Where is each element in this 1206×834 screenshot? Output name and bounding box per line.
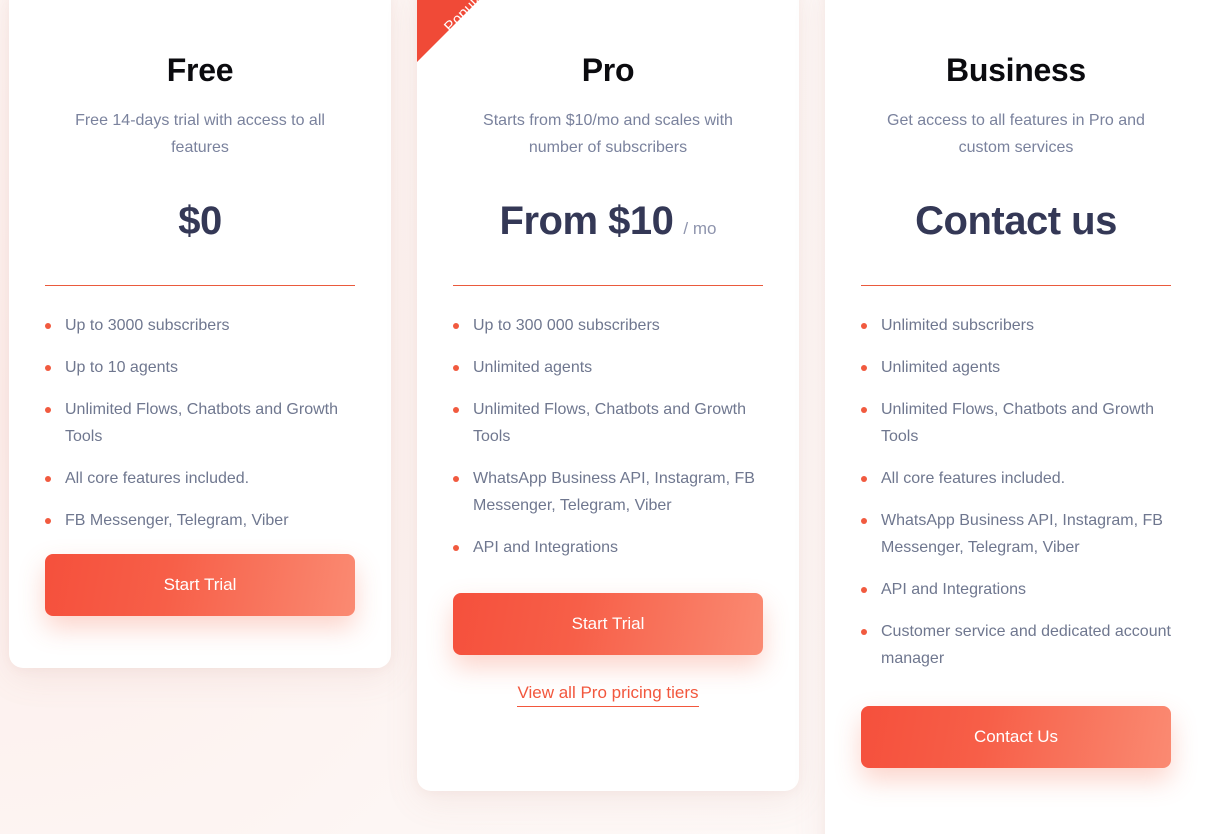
feature-item: Unlimited agents — [861, 354, 1171, 381]
divider-business — [861, 285, 1171, 286]
plan-price-pro: From $10 — [499, 199, 674, 243]
feature-item: Customer service and dedicated account m… — [861, 618, 1171, 672]
feature-item: API and Integrations — [453, 534, 763, 561]
contact-us-button-business[interactable]: Contact Us — [861, 706, 1171, 768]
feature-text: WhatsApp Business API, Instagram, FB Mes… — [881, 512, 1163, 556]
bullet-dot-icon — [453, 476, 459, 482]
pricing-card-business: Business Get access to all features in P… — [825, 0, 1206, 834]
feature-item: Unlimited agents — [453, 354, 763, 381]
feature-text: WhatsApp Business API, Instagram, FB Mes… — [473, 470, 755, 514]
plan-title-free: Free — [166, 52, 234, 88]
plan-title-business: Business — [946, 52, 1086, 88]
view-all-pro-pricing-tiers-link[interactable]: View all Pro pricing tiers — [517, 683, 699, 707]
feature-text: Up to 3000 subscribers — [65, 317, 230, 334]
plan-description-pro: Starts from $10/mo and scales with numbe… — [483, 112, 733, 156]
bullet-dot-icon — [453, 323, 459, 329]
plan-price-row-pro: From $10 / mo — [453, 199, 763, 245]
popular-ribbon — [417, 0, 499, 62]
plan-price-free: $0 — [178, 199, 222, 243]
bullet-dot-icon — [45, 518, 51, 524]
pro-tiers-link-row: View all Pro pricing tiers — [453, 683, 763, 707]
feature-text: FB Messenger, Telegram, Viber — [65, 512, 289, 529]
divider-pro — [453, 285, 763, 286]
bullet-dot-icon — [45, 407, 51, 413]
feature-text: All core features included. — [881, 470, 1066, 487]
pricing-plans-section: Free Free 14-days trial with access to a… — [0, 0, 1206, 834]
feature-text: API and Integrations — [473, 539, 618, 556]
bullet-dot-icon — [45, 365, 51, 371]
feature-list-free: Up to 3000 subscribers Up to 10 agents U… — [45, 312, 355, 534]
bullet-dot-icon — [861, 476, 867, 482]
feature-text: Unlimited Flows, Chatbots and Growth Too… — [881, 401, 1154, 445]
feature-text: Up to 300 000 subscribers — [473, 317, 660, 334]
feature-text: Unlimited subscribers — [881, 317, 1034, 334]
feature-list-business: Unlimited subscribers Unlimited agents U… — [861, 312, 1171, 672]
plan-price-suffix-pro: / mo — [683, 219, 717, 238]
feature-item: Unlimited Flows, Chatbots and Growth Too… — [453, 396, 763, 450]
feature-item: Up to 3000 subscribers — [45, 312, 355, 339]
feature-item: Unlimited subscribers — [861, 312, 1171, 339]
feature-item: Unlimited Flows, Chatbots and Growth Too… — [861, 396, 1171, 450]
bullet-dot-icon — [861, 629, 867, 635]
start-trial-button-pro[interactable]: Start Trial — [453, 593, 763, 655]
feature-item: All core features included. — [861, 465, 1171, 492]
plan-description-business: Get access to all features in Pro and cu… — [887, 112, 1145, 156]
bullet-dot-icon — [861, 323, 867, 329]
bullet-dot-icon — [861, 365, 867, 371]
feature-text: Customer service and dedicated account m… — [881, 623, 1171, 667]
bullet-dot-icon — [453, 545, 459, 551]
feature-item: Unlimited Flows, Chatbots and Growth Too… — [45, 396, 355, 450]
bullet-dot-icon — [45, 476, 51, 482]
plan-price-row-business: Contact us — [861, 199, 1171, 245]
divider-free — [45, 285, 355, 286]
pricing-card-free: Free Free 14-days trial with access to a… — [9, 0, 391, 668]
feature-text: All core features included. — [65, 470, 250, 487]
bullet-dot-icon — [453, 407, 459, 413]
bullet-dot-icon — [861, 407, 867, 413]
feature-text: API and Integrations — [881, 581, 1026, 598]
feature-item: WhatsApp Business API, Instagram, FB Mes… — [453, 465, 763, 519]
feature-item: FB Messenger, Telegram, Viber — [45, 507, 355, 534]
feature-item: WhatsApp Business API, Instagram, FB Mes… — [861, 507, 1171, 561]
bullet-dot-icon — [45, 323, 51, 329]
bullet-dot-icon — [861, 518, 867, 524]
bullet-dot-icon — [861, 587, 867, 593]
feature-text: Unlimited agents — [473, 359, 593, 376]
feature-item: All core features included. — [45, 465, 355, 492]
feature-item: API and Integrations — [861, 576, 1171, 603]
pricing-card-pro: Popular Pro Starts from $10/mo and scale… — [417, 0, 799, 791]
plan-description-free: Free 14-days trial with access to all fe… — [75, 112, 325, 156]
feature-text: Up to 10 agents — [65, 359, 178, 376]
plan-title-pro: Pro — [581, 52, 635, 88]
feature-item: Up to 10 agents — [45, 354, 355, 381]
feature-item: Up to 300 000 subscribers — [453, 312, 763, 339]
feature-text: Unlimited Flows, Chatbots and Growth Too… — [65, 401, 338, 445]
bullet-dot-icon — [453, 365, 459, 371]
feature-text: Unlimited agents — [881, 359, 1001, 376]
start-trial-button-free[interactable]: Start Trial — [45, 554, 355, 616]
plan-price-row-free: $0 — [45, 199, 355, 245]
feature-list-pro: Up to 300 000 subscribers Unlimited agen… — [453, 312, 763, 561]
feature-text: Unlimited Flows, Chatbots and Growth Too… — [473, 401, 746, 445]
plan-price-business: Contact us — [915, 199, 1117, 243]
